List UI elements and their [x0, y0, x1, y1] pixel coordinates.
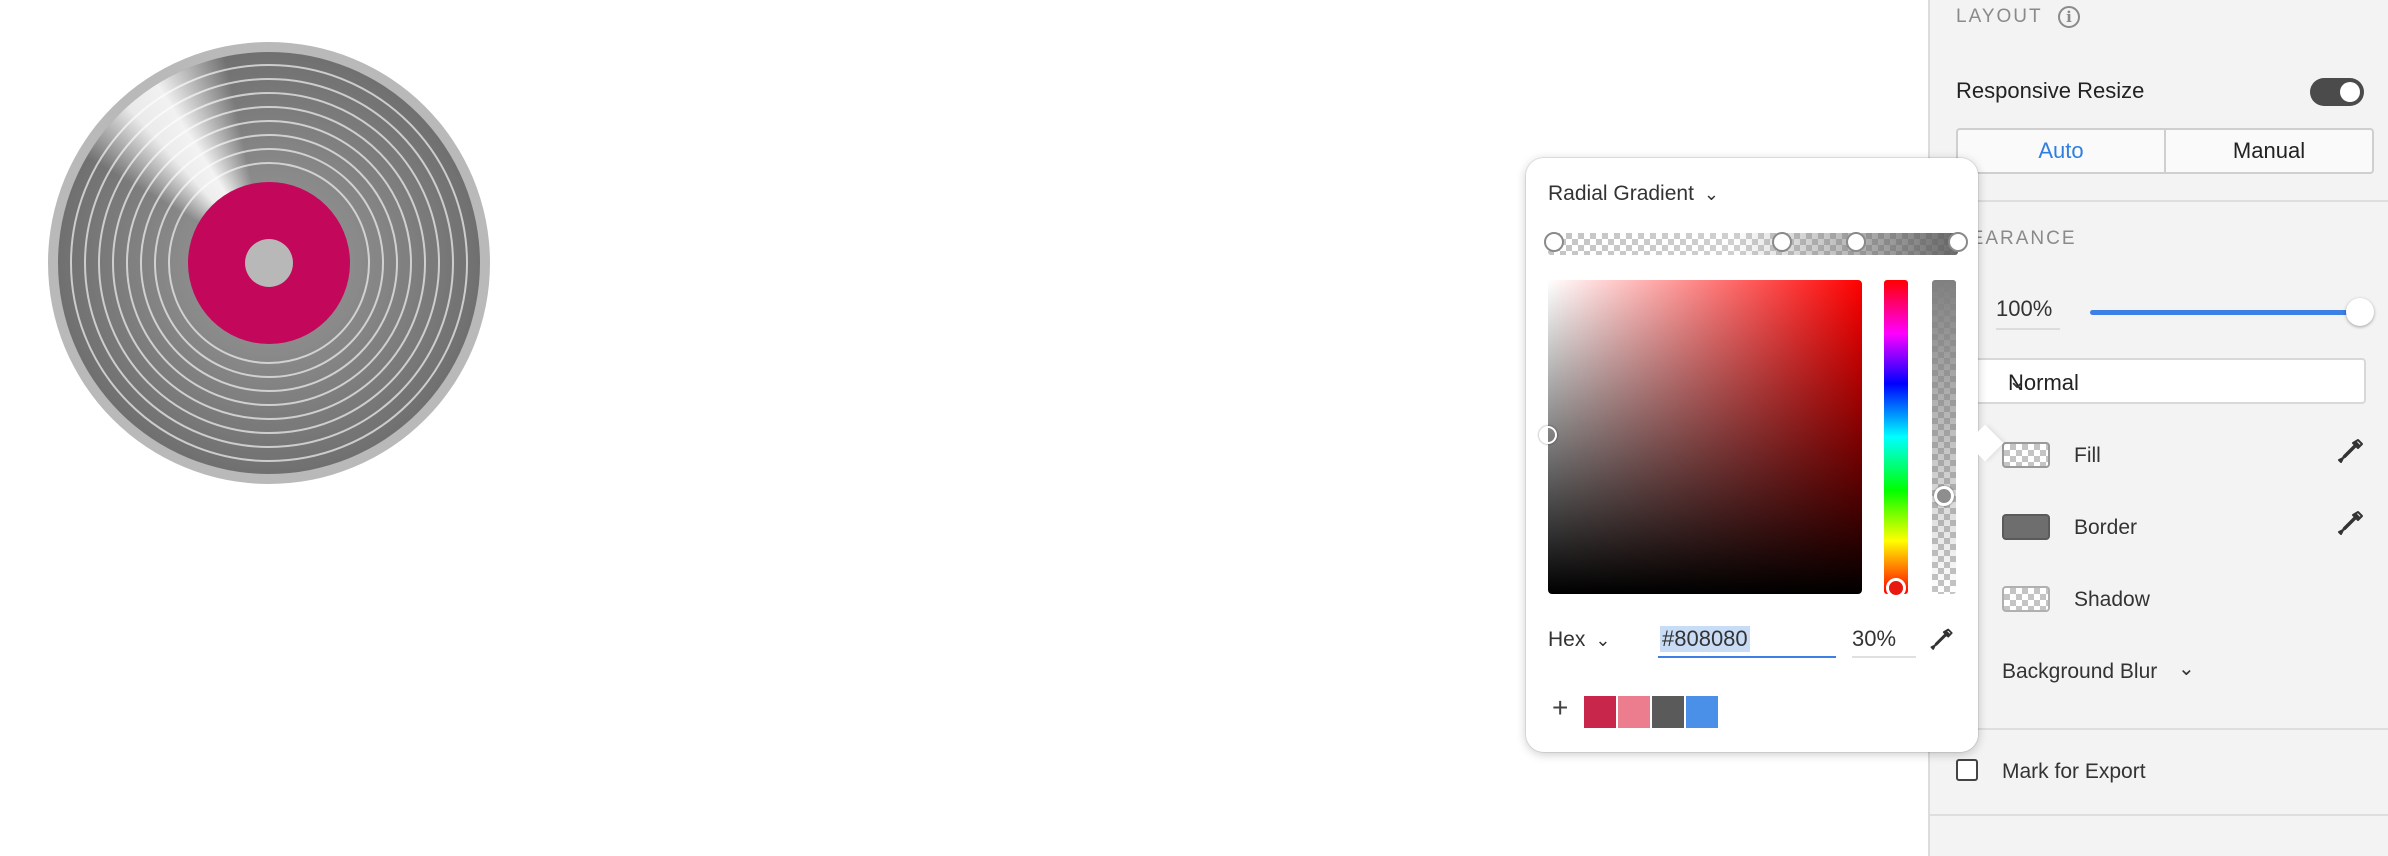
responsive-resize-toggle[interactable]: [2310, 78, 2364, 106]
alpha-input[interactable]: 30%: [1852, 622, 1916, 658]
blend-mode-select[interactable]: Normal ⌄: [1970, 358, 2366, 404]
gradient-type-value: Radial Gradient: [1548, 182, 1694, 205]
chevron-down-icon[interactable]: ⌄: [2178, 656, 2195, 681]
chevron-down-icon: ⌄: [1595, 630, 1611, 650]
fill-label: Fill: [2074, 444, 2101, 467]
background-blur-row[interactable]: Background Blur ⌄: [1930, 648, 2388, 698]
eyedropper-icon[interactable]: [2336, 436, 2366, 470]
resize-mode-segmented-control: Auto Manual: [1956, 128, 2374, 174]
gradient-type-dropdown[interactable]: Radial Gradient ⌄: [1548, 182, 1719, 206]
mark-for-export-checkbox[interactable]: [1956, 759, 1978, 781]
vinyl-record-artwork[interactable]: [48, 42, 490, 484]
color-picker-popover: Radial Gradient ⌄ Hex ⌄ #808080 30% +: [1526, 158, 2004, 752]
mark-for-export-label: Mark for Export: [2002, 760, 2146, 783]
toggle-knob: [2340, 82, 2360, 102]
gradient-preview: [1548, 233, 1958, 255]
alpha-slider[interactable]: [1932, 280, 1956, 594]
gradient-stop[interactable]: [1846, 232, 1866, 252]
border-row[interactable]: Border: [1930, 504, 2388, 554]
alpha-gradient: [1932, 280, 1956, 594]
hue-slider[interactable]: [1884, 280, 1908, 598]
vinyl-spindle-hole: [245, 239, 293, 287]
gradient-stop[interactable]: [1948, 232, 1968, 252]
hex-input[interactable]: #808080: [1658, 622, 1836, 658]
color-handle[interactable]: [1539, 426, 1557, 444]
gradient-stop[interactable]: [1544, 232, 1564, 252]
saved-color-swatch[interactable]: [1652, 696, 1684, 728]
saved-color-swatch[interactable]: [1584, 696, 1616, 728]
eyedropper-icon[interactable]: [2336, 508, 2366, 542]
color-format-value: Hex: [1548, 628, 1586, 651]
border-label: Border: [2074, 516, 2138, 539]
section-divider: [1930, 728, 2388, 730]
border-swatch[interactable]: [2002, 514, 2050, 540]
saved-color-swatch[interactable]: [1686, 696, 1718, 728]
mark-for-export-row[interactable]: Mark for Export: [1930, 748, 2388, 798]
section-divider: [1930, 814, 2388, 816]
opacity-slider-handle[interactable]: [2346, 298, 2374, 326]
section-divider: [1930, 200, 2388, 202]
gradient-stop[interactable]: [1772, 232, 1792, 252]
add-swatch-button[interactable]: +: [1552, 694, 1568, 722]
opacity-slider-track[interactable]: [2090, 310, 2360, 315]
opacity-value-field[interactable]: 100%: [1996, 296, 2060, 330]
hue-handle[interactable]: [1886, 578, 1906, 598]
fill-swatch[interactable]: [2002, 442, 2050, 468]
chevron-down-icon: ⌄: [1703, 184, 1720, 204]
info-icon[interactable]: i: [2058, 6, 2080, 28]
shadow-label: Shadow: [2074, 588, 2150, 611]
shadow-row[interactable]: Shadow: [1930, 576, 2388, 626]
layout-section-title: LAYOUT: [1956, 6, 2043, 27]
background-blur-label: Background Blur: [2002, 660, 2158, 683]
alpha-value: 30%: [1852, 626, 1897, 651]
hex-value: #808080: [1660, 626, 1750, 652]
saved-color-swatch[interactable]: [1618, 696, 1650, 728]
property-inspector: LAYOUT i Responsive Resize Auto Manual P…: [1928, 0, 2388, 856]
shadow-swatch[interactable]: [2002, 586, 2050, 612]
gradient-bar[interactable]: [1544, 232, 1968, 255]
saturation-brightness-area[interactable]: [1539, 280, 1862, 594]
eyedropper-icon[interactable]: [1928, 626, 1956, 656]
resize-mode-auto-button[interactable]: Auto: [1956, 128, 2164, 174]
chevron-down-icon: ⌄: [2008, 368, 2027, 393]
color-format-dropdown[interactable]: Hex ⌄: [1548, 628, 1610, 652]
resize-mode-manual-button[interactable]: Manual: [2164, 128, 2374, 174]
responsive-resize-label: Responsive Resize: [1956, 78, 2145, 103]
alpha-handle[interactable]: [1934, 486, 1954, 506]
